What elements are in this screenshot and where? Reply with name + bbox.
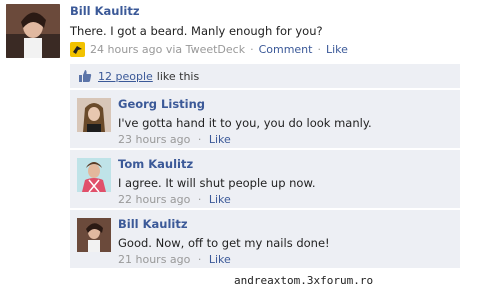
comment-avatar[interactable]: [77, 98, 111, 132]
comment-time: 22 hours ago: [118, 193, 191, 206]
post-author-name[interactable]: Bill Kaulitz: [70, 4, 140, 18]
comment-avatar[interactable]: [77, 218, 111, 252]
comment-author-name[interactable]: Georg Listing: [118, 97, 205, 111]
thumbs-up-icon: [78, 69, 92, 83]
post-author-avatar[interactable]: [6, 4, 60, 58]
comment-text: Good. Now, off to get my nails done!: [118, 236, 330, 250]
comment-like-link[interactable]: Like: [209, 133, 231, 146]
meta-separator: ·: [197, 253, 202, 266]
comment-item: Georg Listing I've gotta hand it to you,…: [70, 90, 460, 149]
comment-text: I agree. It will shut people up now.: [118, 176, 316, 190]
comment-link[interactable]: Comment: [259, 43, 313, 56]
comment-item: Bill Kaulitz Good. Now, off to get my na…: [70, 210, 460, 269]
comment-avatar[interactable]: [77, 158, 111, 192]
meta-separator: ·: [317, 42, 321, 56]
meta-separator: ·: [197, 133, 202, 146]
watermark-text: andreaxtom.3xforum.ro: [234, 274, 374, 287]
comment-author-name[interactable]: Tom Kaulitz: [118, 157, 193, 171]
meta-separator: ·: [197, 193, 202, 206]
meta-separator: ·: [250, 42, 254, 56]
comment-item: Tom Kaulitz I agree. It will shut people…: [70, 150, 460, 209]
likes-suffix: like this: [156, 69, 200, 83]
comment-like-link[interactable]: Like: [209, 253, 231, 266]
post-meta: 24 hours ago via TweetDeck · Comment · L…: [70, 41, 348, 57]
likes-count-link[interactable]: 12 people: [98, 70, 153, 83]
comment-time: 23 hours ago: [118, 133, 191, 146]
like-link[interactable]: Like: [326, 43, 348, 56]
comment-author-name[interactable]: Bill Kaulitz: [118, 217, 188, 231]
comment-like-link[interactable]: Like: [209, 193, 231, 206]
post-time: 24 hours ago via TweetDeck: [90, 42, 246, 56]
comment-time: 21 hours ago: [118, 253, 191, 266]
post-text: There. I got a beard. Manly enough for y…: [70, 24, 323, 38]
tweetdeck-icon: [70, 41, 85, 57]
comment-text: I've gotta hand it to you, you do look m…: [118, 116, 372, 130]
likes-summary: 12 people like this: [70, 64, 460, 89]
